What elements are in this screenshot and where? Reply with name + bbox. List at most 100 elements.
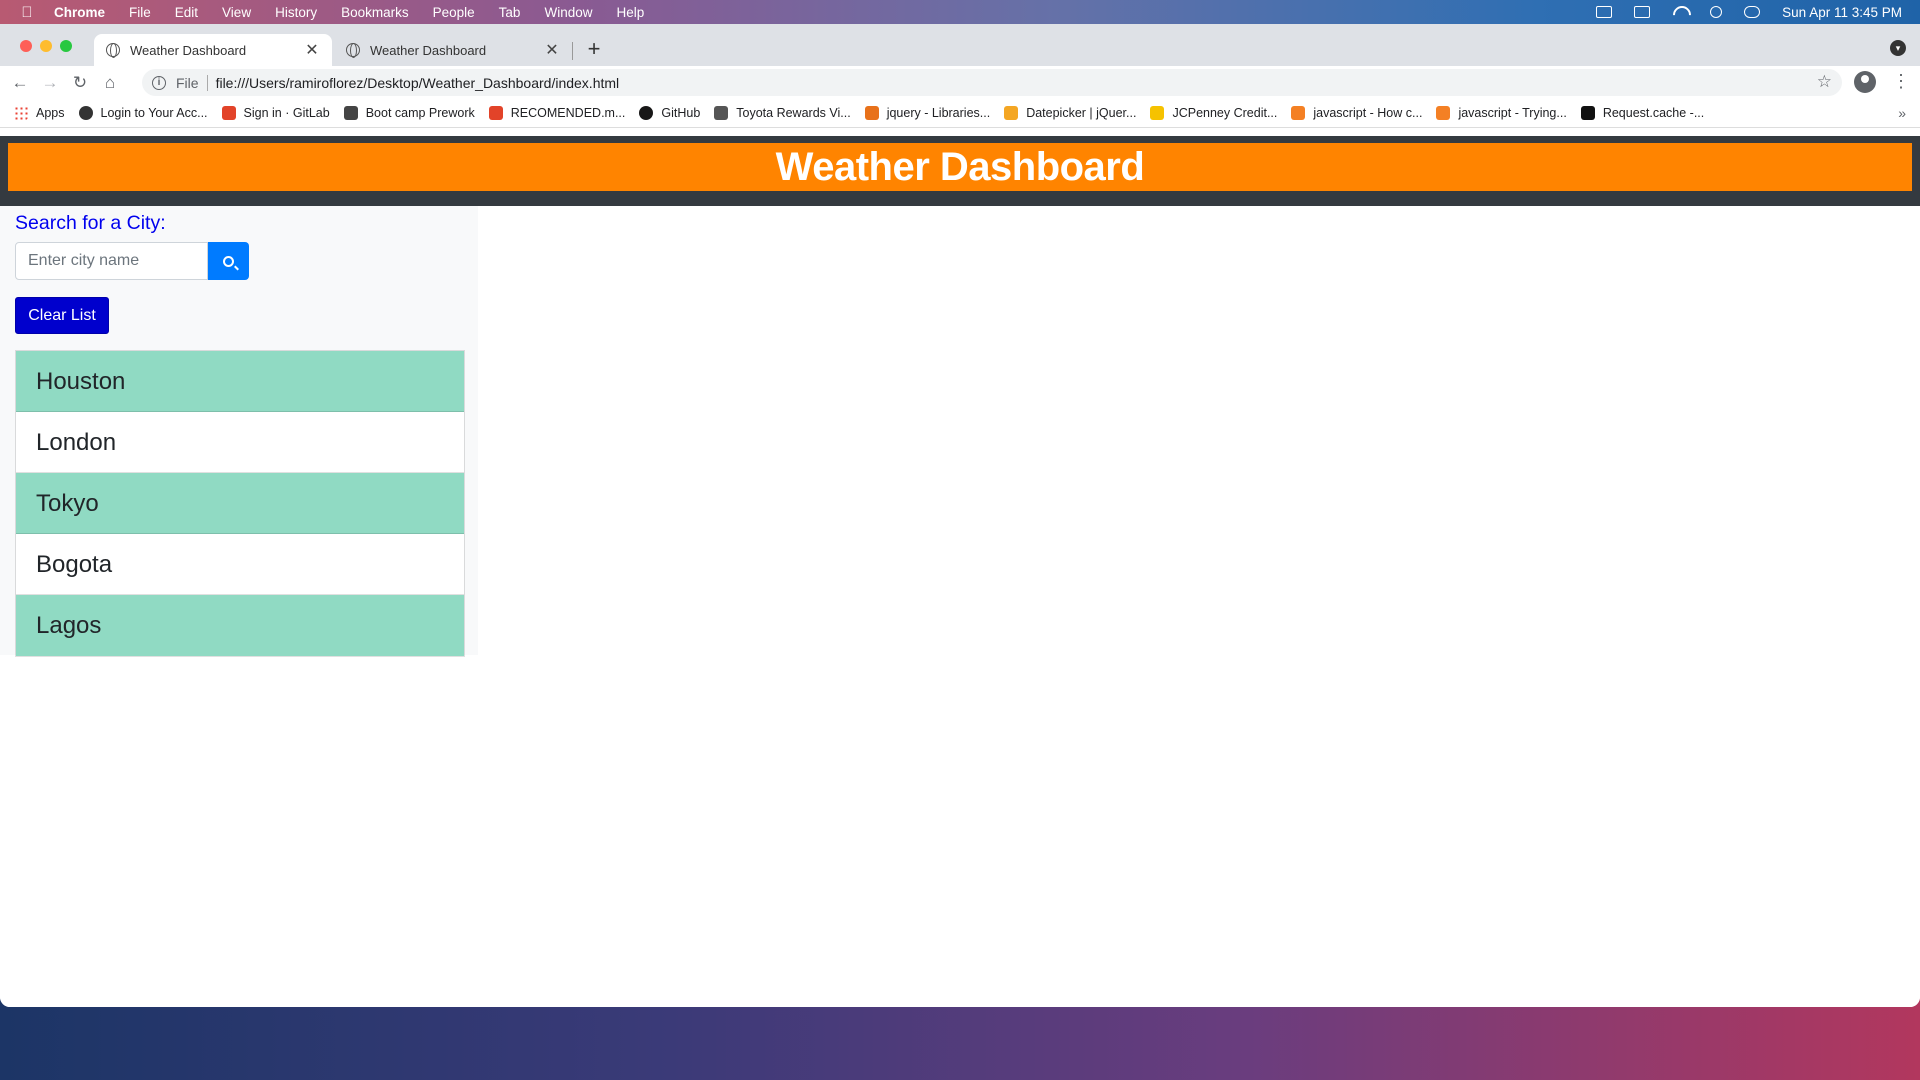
menu-file[interactable]: File <box>129 5 151 20</box>
header-banner: Weather Dashboard <box>8 143 1912 191</box>
minimize-window-button[interactable] <box>40 40 52 52</box>
city-list-item[interactable]: Bogota <box>16 534 464 595</box>
close-window-button[interactable] <box>20 40 32 52</box>
tab-search-icon[interactable]: ▾ <box>1890 40 1906 56</box>
bookmark-label: Sign in · GitLab <box>243 106 330 120</box>
bookmark-label: Datepicker | jQuer... <box>1026 106 1137 120</box>
new-tab-button[interactable]: + <box>584 36 604 62</box>
gitlab-icon <box>221 106 236 120</box>
close-tab-icon[interactable]: ✕ <box>544 40 560 60</box>
bookmark-item[interactable]: javascript - How c... <box>1291 106 1422 120</box>
bookmark-star-icon[interactable]: ☆ <box>1817 72 1832 92</box>
search-button[interactable] <box>208 242 249 280</box>
shield-icon <box>1004 106 1019 120</box>
clear-list-button[interactable]: Clear List <box>15 297 109 334</box>
bookmark-item[interactable]: JCPenney Credit... <box>1150 106 1277 120</box>
mdn-icon <box>1580 106 1595 120</box>
bookmark-label: javascript - How c... <box>1313 106 1423 120</box>
spotlight-search-icon[interactable] <box>1710 6 1723 18</box>
forward-arrow-icon[interactable]: → <box>40 73 60 93</box>
bookmark-label: Toyota Rewards Vi... <box>736 106 851 120</box>
bookmark-item[interactable]: Request.cache -... <box>1580 106 1705 120</box>
bookmark-item[interactable]: Toyota Rewards Vi... <box>714 106 851 120</box>
calendar-icon[interactable] <box>1596 6 1613 18</box>
globe-icon <box>106 43 120 58</box>
search-sidebar: Search for a City: Clear List Houston Lo… <box>0 206 478 657</box>
globe-icon <box>346 43 360 58</box>
bookmark-item[interactable]: RECOMENDED.m... <box>488 106 626 120</box>
search-icon <box>223 255 234 267</box>
city-list-item[interactable]: Lagos <box>16 595 464 656</box>
more-bookmarks-icon[interactable]: » <box>1898 105 1906 121</box>
menu-edit[interactable]: Edit <box>175 5 198 20</box>
bookmark-item[interactable]: Boot camp Prework <box>343 106 475 120</box>
apps-grid-icon <box>14 106 28 120</box>
tab-strip: Weather Dashboard ✕ Weather Dashboard ✕ … <box>0 24 1920 66</box>
control-center-icon[interactable] <box>1744 6 1761 18</box>
menu-history[interactable]: History <box>275 5 317 20</box>
address-bar[interactable]: i File file:///Users/ramiroflorez/Deskto… <box>142 69 1842 96</box>
bookmark-label: Login to Your Acc... <box>100 106 208 120</box>
bookmark-label: javascript - Trying... <box>1458 106 1567 120</box>
github-icon <box>639 106 654 120</box>
profile-avatar-icon[interactable] <box>1854 71 1876 93</box>
code-icon <box>864 106 879 120</box>
tab-title: Weather Dashboard <box>130 42 247 58</box>
city-list-item[interactable]: Tokyo <box>16 473 464 534</box>
browser-toolbar: ← → ↻ ⌂ i File file:///Users/ramiroflore… <box>0 66 1920 99</box>
home-icon[interactable]: ⌂ <box>100 73 120 93</box>
apple-menu-icon[interactable]:  <box>0 4 54 21</box>
header-frame: Weather Dashboard <box>0 136 1920 206</box>
book-icon <box>343 106 358 120</box>
menu-app-name[interactable]: Chrome <box>54 5 105 20</box>
search-label: Search for a City: <box>15 212 166 234</box>
bookmark-item[interactable]: GitHub <box>639 106 700 120</box>
stackoverflow-icon <box>1436 106 1451 120</box>
city-history-list: Houston London Tokyo Bogota Lagos <box>15 350 465 657</box>
browser-window: Weather Dashboard ✕ Weather Dashboard ✕ … <box>0 24 1920 1007</box>
bookmark-item[interactable]: Datepicker | jQuer... <box>1004 106 1136 120</box>
menu-help[interactable]: Help <box>616 5 644 20</box>
tab-separator <box>572 42 573 60</box>
menu-bar-clock[interactable]: Sun Apr 11 3:45 PM <box>1782 5 1902 20</box>
city-list-item[interactable]: Houston <box>16 351 464 412</box>
bookmark-label: Boot camp Prework <box>365 106 475 120</box>
globe-icon <box>78 106 93 120</box>
wifi-icon[interactable] <box>1672 6 1688 18</box>
menu-view[interactable]: View <box>222 5 251 20</box>
battery-icon[interactable] <box>1634 6 1651 18</box>
bookmark-label: RECOMENDED.m... <box>510 106 626 120</box>
bookmark-label: JCPenney Credit... <box>1172 106 1278 120</box>
bookmark-label: Request.cache -... <box>1602 106 1705 120</box>
page-title: Weather Dashboard <box>775 144 1145 189</box>
bookmark-label: GitHub <box>661 106 701 120</box>
city-list-item[interactable]: London <box>16 412 464 473</box>
menu-bookmarks[interactable]: Bookmarks <box>341 5 409 20</box>
bookmark-label: Apps <box>36 106 65 120</box>
bookmark-item[interactable]: Login to Your Acc... <box>78 106 208 120</box>
menu-window[interactable]: Window <box>544 5 592 20</box>
bookmarks-bar: Apps Login to Your Acc... Sign in · GitLab… <box>0 99 1920 128</box>
tab-title: Weather Dashboard <box>370 42 487 58</box>
card-icon <box>714 106 729 120</box>
menu-tab[interactable]: Tab <box>499 5 521 20</box>
menu-people[interactable]: People <box>433 5 475 20</box>
close-tab-icon[interactable]: ✕ <box>304 40 320 60</box>
gitlab-icon <box>488 106 503 120</box>
more-menu-icon[interactable]: ⋮ <box>1892 71 1910 91</box>
bookmark-item[interactable]: Sign in · GitLab <box>221 106 330 120</box>
zoom-window-button[interactable] <box>60 40 72 52</box>
tab-weather-dashboard[interactable]: Weather Dashboard ✕ <box>334 34 572 66</box>
city-search-input[interactable] <box>15 242 208 280</box>
web-page: Weather Dashboard Search for a City: Cle… <box>0 128 1920 1007</box>
url-text[interactable]: file:///Users/ramiroflorez/Desktop/Weath… <box>216 75 620 91</box>
bookmark-item[interactable]: javascript - Trying... <box>1436 106 1567 120</box>
bookmark-item[interactable]: jquery - Libraries... <box>864 106 991 120</box>
tab-weather-dashboard-active[interactable]: Weather Dashboard ✕ <box>94 34 332 66</box>
site-info-icon[interactable]: i <box>152 75 166 90</box>
bookmark-item[interactable]: Apps <box>14 106 65 120</box>
back-arrow-icon[interactable]: ← <box>10 73 30 93</box>
reload-icon[interactable]: ↻ <box>70 73 90 93</box>
menu-bar-status-area: Sun Apr 11 3:45 PM <box>1596 0 1902 24</box>
bookmark-label: jquery - Libraries... <box>886 106 991 120</box>
